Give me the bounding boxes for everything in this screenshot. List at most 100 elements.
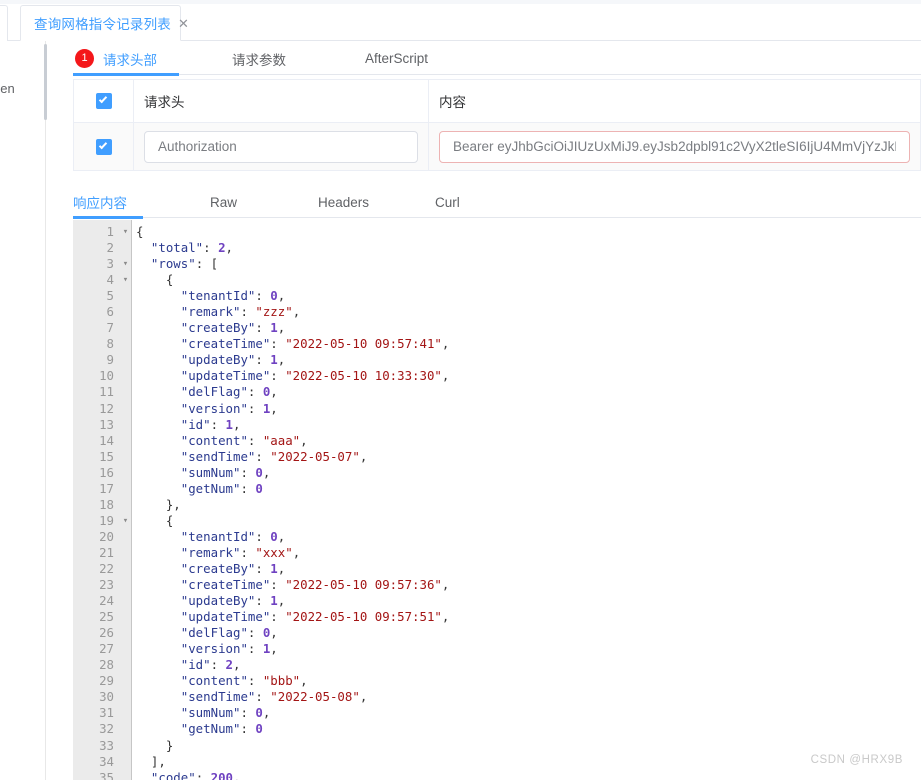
editor-line-number: 20	[99, 528, 114, 544]
column-header-value-label: 内容	[439, 95, 466, 110]
editor-line-number: 15	[99, 448, 114, 464]
editor-code-area[interactable]: { "total": 2, "rows": [ { "tenantId": 0,…	[132, 220, 921, 780]
left-rail: pen	[0, 41, 45, 780]
editor-line-number: 4 ▾	[73, 272, 129, 288]
editor-line-number: 10	[99, 368, 114, 384]
editor-code-line: "code": 200,	[150, 769, 241, 780]
row-key-cell	[134, 123, 429, 170]
editor-code-line: },	[136, 496, 181, 512]
editor-line-number: 13	[99, 416, 114, 432]
table-row	[74, 123, 920, 171]
chevron-down-icon[interactable]: ▾	[120, 513, 131, 529]
watermark: CSDN @HRX9B	[810, 754, 903, 766]
window-tab-active[interactable]: 查询网格指令记录列表 ✕	[20, 5, 189, 41]
editor-line-number: 17	[99, 480, 114, 496]
editor-code-line: "remark": "xxx",	[180, 544, 301, 560]
editor-code-line: "getNum": 0	[180, 721, 263, 737]
editor-line-number: 29	[99, 673, 114, 689]
tab-request-params[interactable]: 请求参数	[230, 42, 288, 76]
editor-line-number: 23	[99, 577, 114, 593]
row-checkbox[interactable]	[95, 138, 112, 155]
editor-code-line: "sumNum": 0,	[180, 464, 271, 480]
editor-code-line: "version": 1,	[180, 400, 278, 416]
editor-code-line: "updateBy": 1,	[180, 593, 286, 609]
headers-table: 请求头 内容	[73, 79, 921, 171]
tab-afterscript-label: AfterScript	[365, 51, 429, 66]
tab-curl-label: Curl	[435, 194, 460, 210]
select-all-checkbox[interactable]	[95, 93, 112, 109]
response-tabs-underline	[73, 217, 921, 218]
request-headers-badge: 1	[75, 49, 94, 68]
tab-afterscript[interactable]: AfterScript	[363, 42, 430, 76]
editor-code-line: "id": 1,	[180, 416, 241, 432]
editor-line-number: 6	[106, 304, 114, 320]
tab-response-body[interactable]: 响应内容	[73, 192, 127, 212]
editor-line-number: 32	[99, 721, 114, 737]
chevron-down-icon[interactable]: ▾	[120, 256, 131, 272]
editor-line-number: 19 ▾	[73, 513, 128, 529]
editor-code-line: "content": "aaa",	[180, 432, 308, 448]
editor-code-line: "tenantId": 0,	[180, 528, 286, 544]
editor-code-line: "sendTime": "2022-05-08",	[180, 689, 368, 705]
editor-code-line: }	[136, 737, 174, 753]
response-json-editor[interactable]: 1 ▾ 2 3 ▾ 4 ▾ 5 6 7 8 9 10 11 12 13 14 15 16 17 18 19 ▾ 20 21 22 2…	[73, 220, 921, 780]
window-tab-partial[interactable]	[0, 5, 8, 41]
header-key-input[interactable]	[144, 130, 418, 163]
close-icon[interactable]: ✕	[178, 17, 189, 30]
editor-code-line: "total": 2,	[150, 240, 233, 256]
request-tabs-underline	[73, 74, 921, 75]
request-tabs-active-indicator	[73, 73, 179, 76]
editor-code-line: "id": 2,	[180, 657, 241, 673]
editor-code-line: "updateTime": "2022-05-10 10:33:30",	[180, 368, 450, 384]
chevron-down-icon[interactable]: ▾	[120, 224, 131, 240]
editor-fold-gutter	[118, 220, 132, 780]
editor-code-line: "content": "bbb",	[180, 673, 308, 689]
editor-code-line: "updateBy": 1,	[180, 352, 286, 368]
rail-scrollbar-thumb[interactable]	[44, 44, 47, 120]
tab-raw-label: Raw	[210, 194, 238, 210]
editor-line-number: 14	[99, 432, 114, 448]
response-tabs: 响应内容 Raw Headers Curl	[73, 186, 921, 218]
editor-code-line: "sumNum": 0,	[180, 705, 271, 721]
editor-line-number-gutter: 1 ▾ 2 3 ▾ 4 ▾ 5 6 7 8 9 10 11 12 13 14 15 16 17 18 19 ▾ 20 21 22 2…	[73, 220, 129, 780]
request-tabs: 1 请求头部 请求参数 AfterScript	[73, 41, 921, 76]
editor-code-line: {	[136, 512, 174, 528]
editor-code-line: "createTime": "2022-05-10 09:57:41",	[180, 336, 450, 352]
editor-line-number: 35	[99, 769, 114, 780]
column-header-value: 内容	[429, 80, 920, 122]
column-header-key: 请求头	[134, 80, 429, 122]
tab-curl[interactable]: Curl	[435, 195, 460, 210]
editor-code-line: "getNum": 0	[180, 480, 263, 496]
editor-line-number: 34	[99, 753, 114, 769]
editor-line-number: 18	[99, 496, 114, 512]
header-row-select-all-cell	[74, 80, 134, 122]
window-tab-strip: 查询网格指令记录列表 ✕	[0, 0, 921, 41]
editor-line-number: 33	[99, 737, 114, 753]
left-rail-cut-label: pen	[0, 81, 15, 96]
editor-line-number: 8	[106, 336, 114, 352]
editor-line-number: 3 ▾	[73, 256, 129, 272]
editor-line-number: 1 ▾	[73, 224, 129, 240]
editor-code-line: {	[136, 272, 174, 288]
editor-line-number: 11	[99, 384, 114, 400]
editor-code-line: {	[136, 224, 144, 239]
tab-request-headers[interactable]: 1 请求头部	[73, 42, 159, 76]
editor-code-line: "rows": [	[150, 256, 219, 272]
editor-code-line: "tenantId": 0,	[180, 288, 286, 304]
header-value-input[interactable]	[439, 130, 910, 163]
editor-line-number: 25	[99, 609, 114, 625]
tab-request-headers-label: 请求头部	[103, 52, 157, 68]
editor-code-line: "remark": "zzz",	[180, 304, 301, 320]
response-tabs-active-indicator	[73, 216, 143, 219]
editor-line-number: 12	[99, 400, 114, 416]
column-header-key-label: 请求头	[144, 95, 185, 110]
editor-line-number: 24	[99, 593, 114, 609]
tab-headers[interactable]: Headers	[318, 195, 369, 210]
chevron-down-icon[interactable]: ▾	[120, 272, 131, 288]
tab-raw[interactable]: Raw	[210, 195, 237, 210]
headers-table-header-row: 请求头 内容	[74, 80, 920, 123]
tab-response-body-label: 响应内容	[73, 196, 127, 211]
editor-line-number: 27	[99, 641, 114, 657]
row-value-cell	[429, 123, 920, 170]
editor-line-number: 28	[99, 657, 114, 673]
